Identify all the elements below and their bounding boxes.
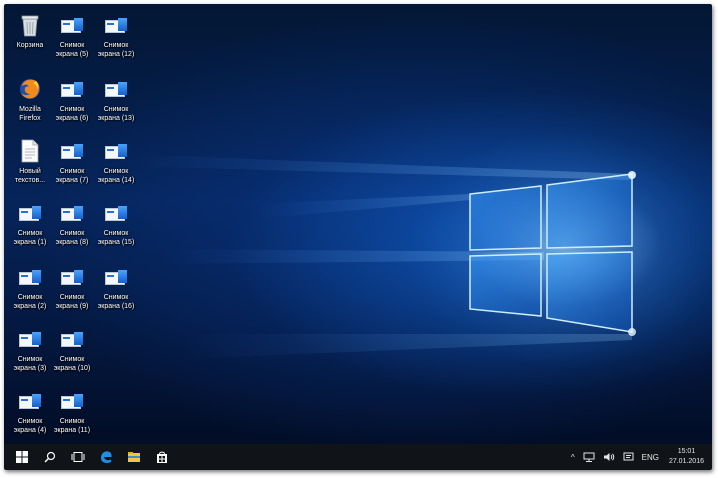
screenshot-icon — [101, 12, 131, 38]
screenshot-icon — [57, 138, 87, 164]
desktop-icon-label: Mozilla Firefox — [19, 106, 41, 122]
store-icon — [157, 451, 167, 463]
recycle-bin-icon — [15, 12, 45, 38]
desktop-icon-label: Снимок экрана (9) — [55, 294, 89, 310]
taskbar: ^ ENG 15:01 27.01.2016 — [4, 444, 712, 470]
volume-icon[interactable] — [599, 452, 619, 462]
desktop-icon-label: Снимок экрана (3) — [13, 356, 47, 372]
screenshot-icon — [101, 76, 131, 102]
clock-date: 27.01.2016 — [668, 458, 704, 465]
show-hidden-icons-button[interactable]: ^ — [567, 453, 579, 462]
desktop-icon[interactable]: Снимок экрана (15) — [94, 200, 138, 247]
desktop-icon-label: Снимок экрана (14) — [97, 168, 135, 184]
desktop-icon-label: Снимок экрана (4) — [13, 418, 47, 434]
desktop[interactable]: Корзина Mozilla Firefox Новый текстов... Сн… — [4, 4, 712, 444]
desktop-icon-label: Снимок экрана (8) — [55, 230, 89, 246]
desktop-icon[interactable]: Новый текстов... — [8, 138, 52, 185]
screenshot-icon — [101, 138, 131, 164]
desktop-icon[interactable]: Снимок экрана (7) — [50, 138, 94, 185]
desktop-icon[interactable]: Снимок экрана (1) — [8, 200, 52, 247]
screenshot-icon — [57, 264, 87, 290]
desktop-icon-label: Снимок экрана (6) — [55, 106, 89, 122]
screenshot-icon — [15, 264, 45, 290]
desktop-icon[interactable]: Снимок экрана (12) — [94, 12, 138, 59]
desktop-icon[interactable]: Снимок экрана (14) — [94, 138, 138, 185]
screenshot-icon — [101, 264, 131, 290]
desktop-icon[interactable]: Снимок экрана (11) — [50, 388, 94, 435]
desktop-icon-label: Новый текстов... — [14, 168, 46, 184]
desktop-icon-label: Снимок экрана (1) — [13, 230, 47, 246]
firefox-icon — [15, 76, 45, 102]
desktop-icon[interactable]: Mozilla Firefox — [8, 76, 52, 123]
desktop-icon-label: Снимок экрана (5) — [55, 42, 89, 58]
screenshot-icon — [15, 326, 45, 352]
desktop-icon-label: Снимок экрана (12) — [97, 42, 135, 58]
task-view-button[interactable] — [64, 444, 92, 470]
desktop-icon[interactable]: Снимок экрана (5) — [50, 12, 94, 59]
clock-time: 15:01 — [677, 448, 696, 455]
system-tray: ^ ENG 15:01 27.01.2016 — [567, 444, 712, 470]
screenshot-icon — [57, 326, 87, 352]
desktop-icon-label: Снимок экрана (15) — [97, 230, 135, 246]
edge-button[interactable] — [92, 444, 120, 470]
screenshot-icon — [57, 200, 87, 226]
clock[interactable]: 15:01 27.01.2016 — [663, 447, 712, 467]
search-button[interactable] — [36, 444, 64, 470]
screenshot-icon — [15, 388, 45, 414]
desktop-icon-label: Снимок экрана (13) — [97, 106, 135, 122]
store-button[interactable] — [148, 444, 176, 470]
desktop-icon[interactable]: Снимок экрана (2) — [8, 264, 52, 311]
desktop-icon-label: Снимок экрана (11) — [53, 418, 91, 434]
desktop-icon[interactable]: Снимок экрана (6) — [50, 76, 94, 123]
screenshot-icon — [57, 12, 87, 38]
action-center-icon[interactable] — [619, 452, 638, 462]
screenshot-icon — [101, 200, 131, 226]
desktop-icon[interactable]: Снимок экрана (13) — [94, 76, 138, 123]
desktop-icon-label: Корзина — [16, 42, 44, 49]
desktop-icon[interactable]: Снимок экрана (16) — [94, 264, 138, 311]
desktop-icon[interactable]: Снимок экрана (4) — [8, 388, 52, 435]
desktop-icon-label: Снимок экрана (16) — [97, 294, 135, 310]
desktop-icon[interactable]: Снимок экрана (10) — [50, 326, 94, 373]
desktop-icon-label: Снимок экрана (7) — [55, 168, 89, 184]
folder-icon — [128, 452, 140, 462]
language-indicator[interactable]: ENG — [638, 453, 663, 462]
screen: Корзина Mozilla Firefox Новый текстов... Сн… — [4, 4, 712, 470]
desktop-icon[interactable]: Снимок экрана (9) — [50, 264, 94, 311]
text-file-icon — [15, 138, 45, 164]
desktop-icon[interactable]: Снимок экрана (8) — [50, 200, 94, 247]
search-icon — [44, 451, 56, 463]
start-button[interactable] — [8, 444, 36, 470]
desktop-icon-label: Снимок экрана (2) — [13, 294, 47, 310]
file-explorer-button[interactable] — [120, 444, 148, 470]
desktop-icon-label: Снимок экрана (10) — [53, 356, 91, 372]
desktop-icon[interactable]: Корзина — [8, 12, 52, 50]
screenshot-icon — [15, 200, 45, 226]
desktop-icon[interactable]: Снимок экрана (3) — [8, 326, 52, 373]
windows-logo-icon — [16, 451, 28, 463]
screenshot-icon — [57, 388, 87, 414]
screenshot-icon — [57, 76, 87, 102]
network-icon[interactable] — [579, 452, 599, 462]
task-view-icon — [71, 452, 85, 462]
edge-icon — [101, 451, 112, 463]
